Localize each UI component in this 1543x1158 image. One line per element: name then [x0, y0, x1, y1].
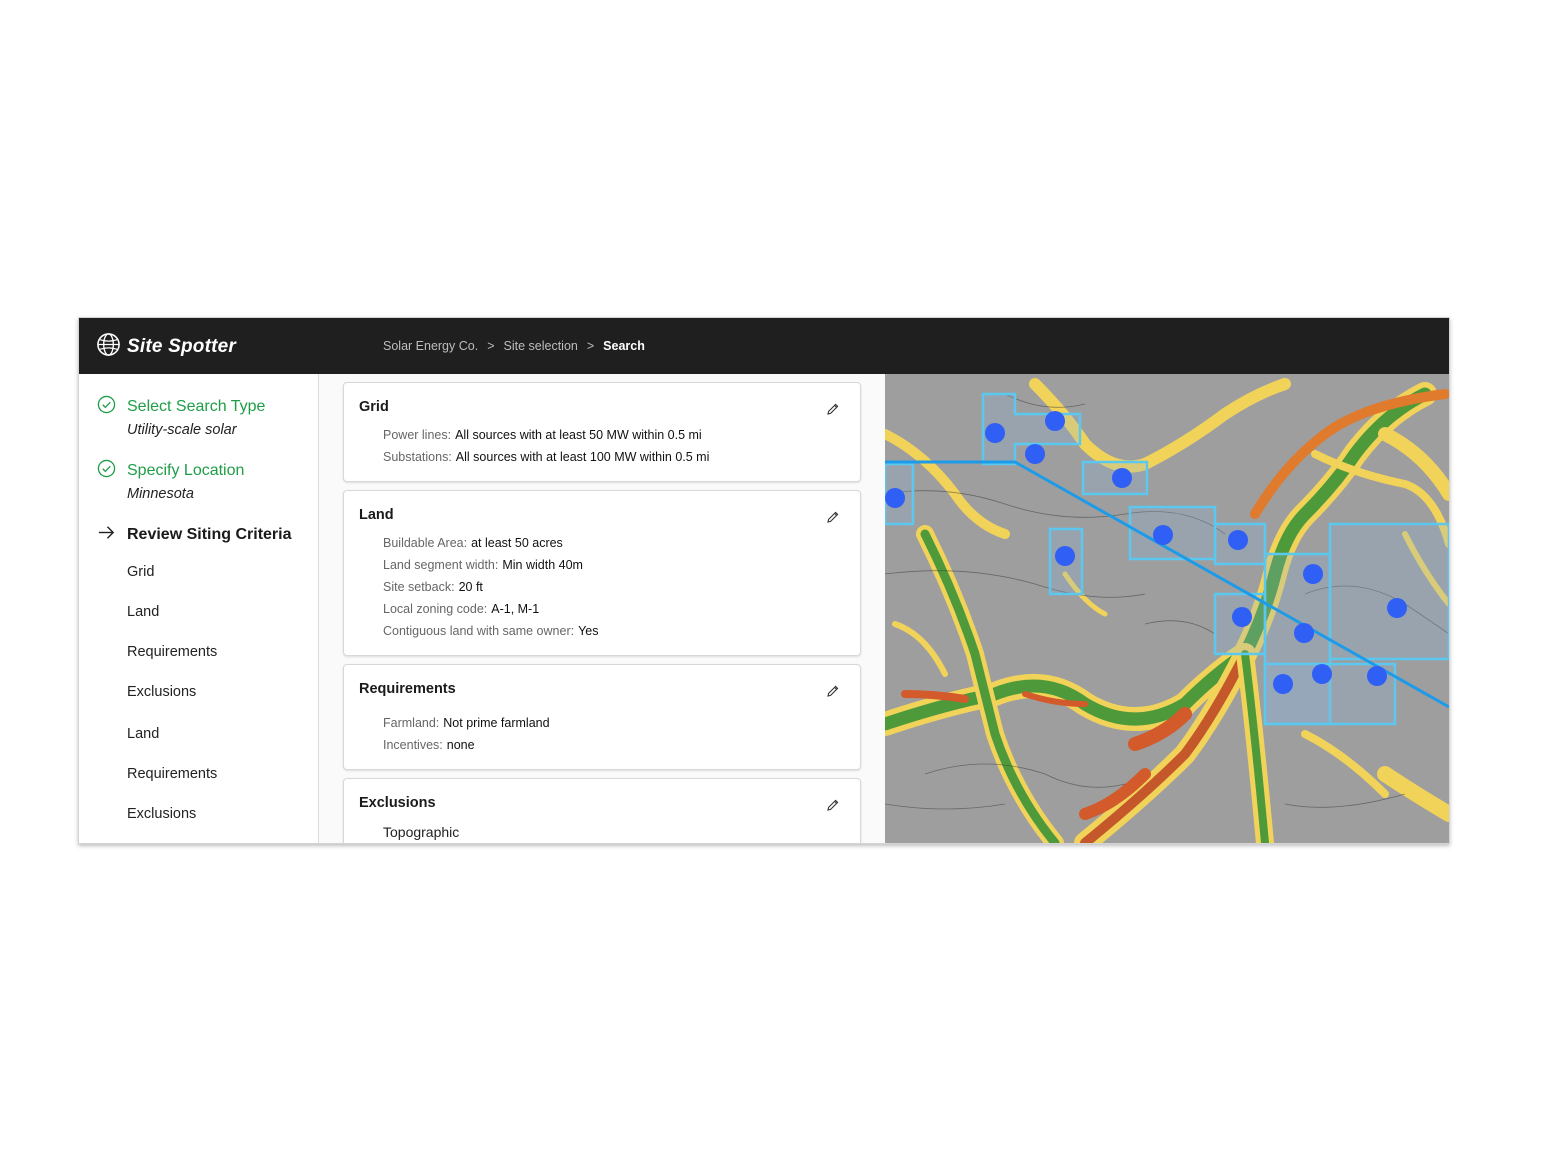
criteria-card-land: Land Buildable Area: at least 50 acres La… [343, 490, 861, 656]
breadcrumb-separator: > [487, 339, 495, 353]
step-review-siting-criteria[interactable]: Review Siting Criteria [97, 523, 292, 547]
breadcrumb-company[interactable]: Solar Energy Co. [383, 339, 478, 353]
breadcrumb-current: Search [603, 339, 645, 353]
app-name: Site Spotter [127, 336, 237, 357]
site-marker[interactable] [1153, 525, 1173, 545]
criteria-row: Incentives: none [383, 738, 475, 752]
breadcrumb-separator: > [586, 339, 595, 353]
step-title: Specify Location [127, 462, 245, 479]
check-circle-icon [97, 395, 116, 419]
site-marker[interactable] [1273, 674, 1293, 694]
subnav-item-requirements[interactable]: Requirements [127, 766, 217, 782]
criteria-value: at least 50 acres [471, 536, 563, 550]
criteria-label: Buildable Area: [383, 536, 468, 550]
step-title: Select Search Type [127, 398, 266, 415]
criteria-value: Not prime farmland [443, 716, 550, 730]
criteria-row: Power lines: All sources with at least 50… [383, 428, 702, 442]
criteria-value: Min width 40m [502, 558, 583, 572]
exclusions-subsection: Topographic [383, 824, 460, 840]
card-title: Land [359, 507, 394, 523]
criteria-row: Contiguous land with same owner: Yes [383, 624, 598, 638]
step-select-search-type[interactable]: Select Search Type [97, 395, 265, 419]
site-map[interactable] [885, 374, 1449, 843]
subnav-item-land[interactable]: Land [127, 604, 159, 620]
criteria-value: A-1, M-1 [491, 602, 540, 616]
subnav-item-land[interactable]: Land [127, 726, 159, 742]
criteria-panel[interactable]: Grid Power lines: All sources with at lea… [319, 374, 885, 843]
criteria-row: Substations: All sources with at least 10… [383, 450, 709, 464]
subnav-item-grid[interactable]: Grid [127, 564, 154, 580]
criteria-label: Local zoning code: [383, 602, 488, 616]
pencil-icon[interactable] [826, 510, 840, 524]
criteria-label: Incentives: [383, 738, 443, 752]
criteria-row: Land segment width: Min width 40m [383, 558, 583, 572]
site-marker[interactable] [1025, 444, 1045, 464]
site-marker[interactable] [1303, 564, 1323, 584]
criteria-label: Site setback: [383, 580, 455, 594]
criteria-card-grid: Grid Power lines: All sources with at lea… [343, 382, 861, 482]
step-value: Minnesota [127, 486, 194, 502]
site-marker[interactable] [1294, 623, 1314, 643]
criteria-value: Yes [578, 624, 599, 638]
site-marker[interactable] [1045, 411, 1065, 431]
card-title: Exclusions [359, 795, 436, 811]
step-title: Review Siting Criteria [127, 526, 292, 543]
criteria-card-exclusions: Exclusions Topographic [343, 778, 861, 843]
breadcrumb-site-selection[interactable]: Site selection [504, 339, 578, 353]
pencil-icon[interactable] [826, 684, 840, 698]
criteria-value: 20 ft [458, 580, 483, 594]
site-marker[interactable] [1367, 666, 1387, 686]
site-marker[interactable] [1055, 546, 1075, 566]
criteria-label: Farmland: [383, 716, 440, 730]
check-circle-icon [97, 459, 116, 483]
card-title: Requirements [359, 681, 456, 697]
criteria-value: none [446, 738, 475, 752]
site-marker[interactable] [1232, 607, 1252, 627]
criteria-label: Power lines: [383, 428, 452, 442]
criteria-value: All sources with at least 50 MW within 0… [455, 428, 702, 442]
breadcrumb: Solar Energy Co. > Site selection > Sear… [383, 339, 645, 353]
globe-icon [96, 332, 121, 362]
pencil-icon[interactable] [826, 402, 840, 416]
site-marker[interactable] [1228, 530, 1248, 550]
steps-sidebar: Select Search Type Utility-scale solar S… [79, 374, 319, 843]
criteria-row: Local zoning code: A-1, M-1 [383, 602, 539, 616]
criteria-label: Contiguous land with same owner: [383, 624, 575, 638]
subnav-item-exclusions[interactable]: Exclusions [127, 806, 196, 822]
criteria-row: Site setback: 20 ft [383, 580, 483, 594]
criteria-label: Substations: [383, 450, 452, 464]
site-marker[interactable] [1387, 598, 1407, 618]
criteria-label: Land segment width: [383, 558, 499, 572]
arrow-right-icon [97, 523, 116, 547]
app-logo[interactable]: Site Spotter [96, 332, 236, 362]
site-marker[interactable] [1312, 664, 1332, 684]
criteria-card-requirements: Requirements Farmland: Not prime farmland… [343, 664, 861, 770]
criteria-row: Buildable Area: at least 50 acres [383, 536, 563, 550]
site-marker[interactable] [1112, 468, 1132, 488]
card-title: Grid [359, 399, 389, 415]
top-bar: Site Spotter Solar Energy Co. > Site sel… [79, 318, 1449, 374]
criteria-row: Farmland: Not prime farmland [383, 716, 550, 730]
pencil-icon[interactable] [826, 798, 840, 812]
step-specify-location[interactable]: Specify Location [97, 459, 244, 483]
subnav-item-exclusions[interactable]: Exclusions [127, 684, 196, 700]
step-value: Utility-scale solar [127, 422, 237, 438]
map-canvas[interactable] [885, 374, 1449, 843]
criteria-value: All sources with at least 100 MW within … [455, 450, 710, 464]
app-window: Site Spotter Solar Energy Co. > Site sel… [78, 317, 1450, 844]
site-marker[interactable] [885, 488, 905, 508]
subnav-item-requirements[interactable]: Requirements [127, 644, 217, 660]
site-marker[interactable] [985, 423, 1005, 443]
